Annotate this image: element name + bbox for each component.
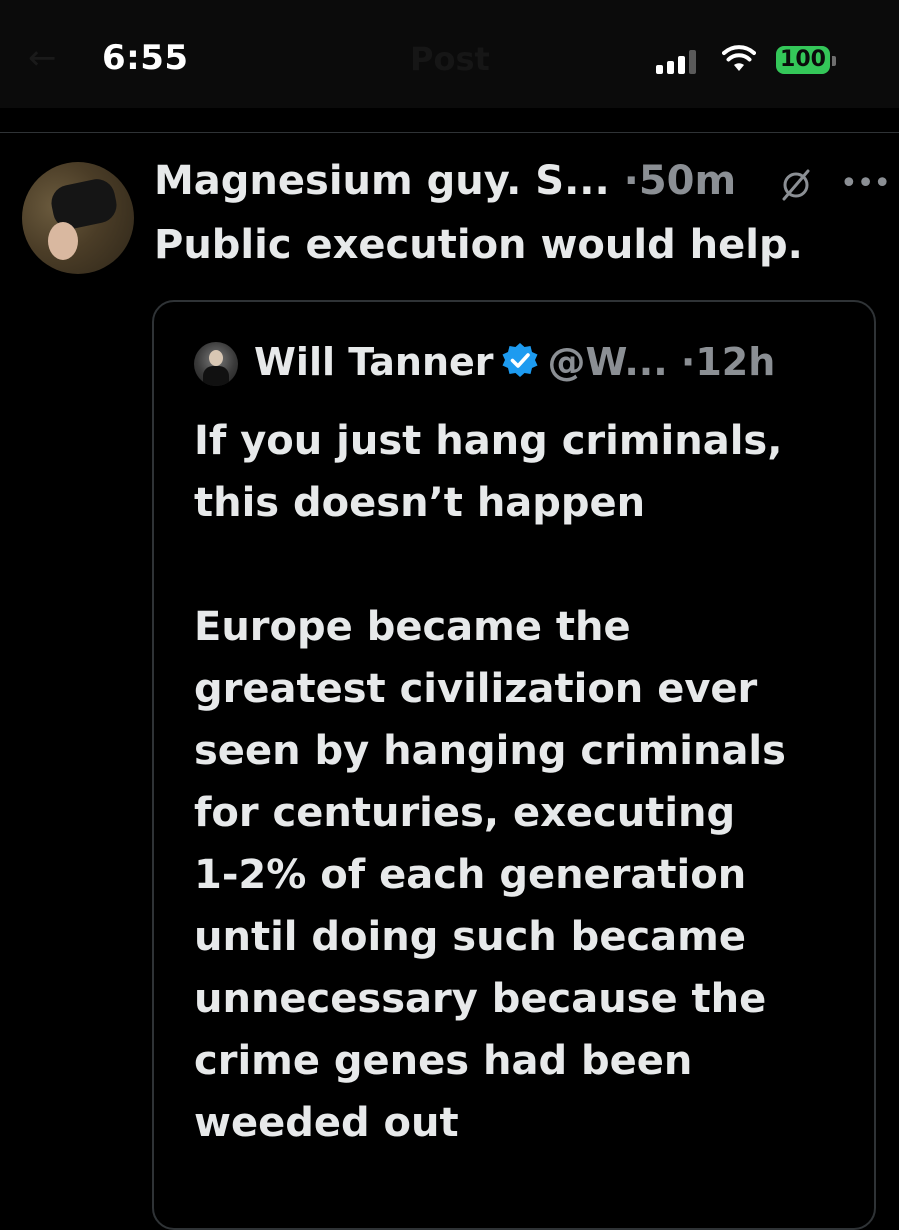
author-avatar[interactable] [22, 162, 134, 274]
quoted-line: If you just hang criminals, [194, 418, 783, 464]
quoted-line: 1-2% of each generation [194, 852, 747, 898]
quoted-line: this doesn’t happen [194, 480, 646, 526]
nav-title: Post [410, 40, 490, 78]
quoted-line: crime genes had been [194, 1038, 693, 1084]
clock-time: 6:55 [102, 38, 189, 78]
grok-icon[interactable] [774, 164, 818, 204]
separator-dot: · [623, 158, 639, 204]
verified-badge-icon [502, 343, 538, 377]
quoted-line: for centuries, executing [194, 790, 736, 836]
post-body-text: Public execution would help. [154, 222, 803, 268]
author-name[interactable]: Magnesium guy. S... [154, 158, 610, 204]
quoted-author-name[interactable]: Will Tanner [254, 340, 494, 384]
cellular-signal-icon [656, 50, 702, 74]
post-age[interactable]: 50m [639, 158, 736, 204]
battery-indicator: 100 [776, 46, 830, 74]
quoted-post-age[interactable]: 12h [695, 340, 775, 384]
quoted-line: weeded out [194, 1100, 459, 1146]
quoted-post-header: Will Tanner @W... ·12h [254, 340, 775, 384]
header-divider [0, 132, 899, 133]
quoted-separator-dot: · [680, 340, 696, 384]
quoted-line: until doing such became [194, 914, 746, 960]
wifi-icon [722, 45, 756, 71]
back-arrow-icon[interactable]: ← [28, 38, 57, 78]
more-options-icon[interactable]: ••• [840, 166, 891, 201]
quoted-post-body: If you just hang criminals, this doesn’t… [194, 410, 854, 1154]
quoted-line: greatest civilization ever [194, 666, 758, 712]
quoted-line: unnecessary because the [194, 976, 767, 1022]
quoted-line: Europe became the [194, 604, 631, 650]
status-bar: ← Post 6:55 100 [0, 0, 899, 108]
post-header: Magnesium guy. S... ·50m [154, 158, 736, 204]
quoted-author-handle[interactable]: @W... [548, 340, 668, 384]
battery-nub [832, 56, 836, 66]
quoted-line: seen by hanging criminals [194, 728, 786, 774]
quoted-author-avatar[interactable] [194, 342, 238, 386]
